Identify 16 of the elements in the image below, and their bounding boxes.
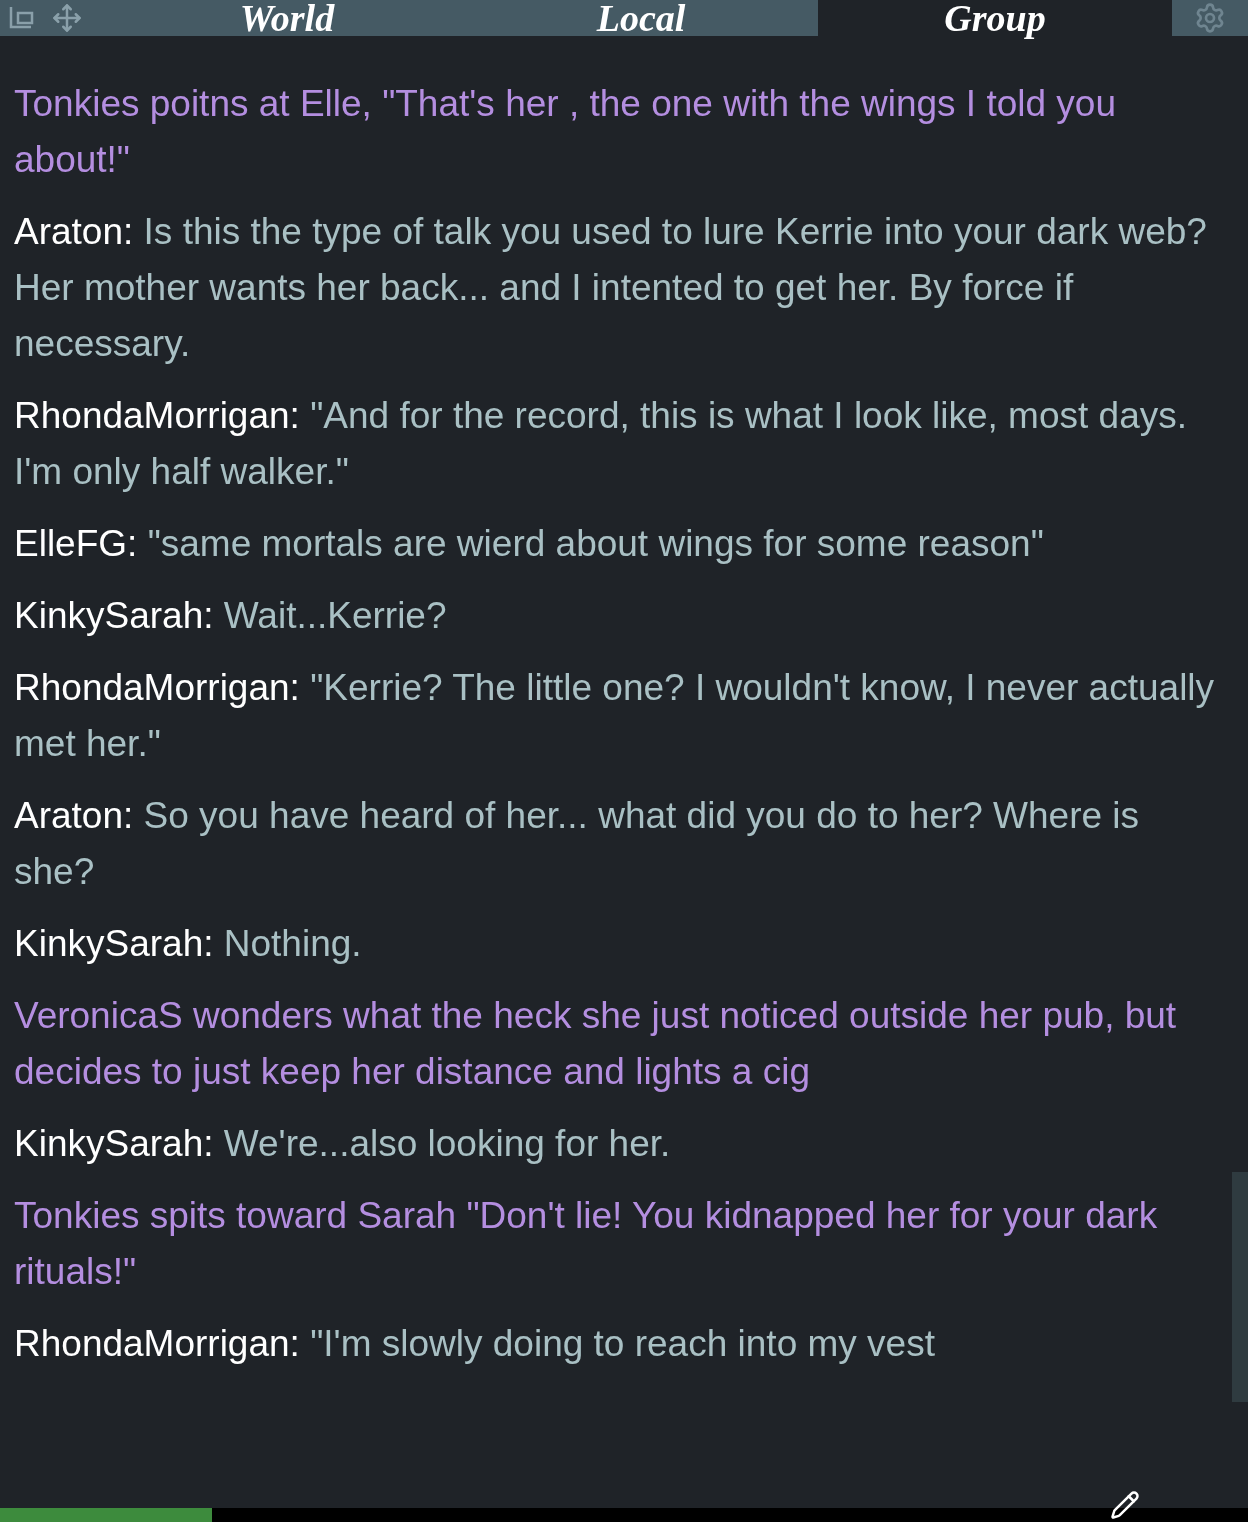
chat-message: Araton: So you have heard of her... what did you do to her? Where is she? [14,794,1141,894]
pencil-icon[interactable] [1110,1490,1140,1520]
chat-message: RhondaMorrigan: "And for the record, this is what I look like, most days. I'm only half walker." [14,394,1188,494]
chat-message: Araton: Is this the type of talk you used to lure Kerrie into your dark web? Her mother wants her back... and I intented to get her. By force if necessary. [14,210,1208,366]
chat-message: KinkySarah: We're...also looking for her. [14,1122,672,1166]
chat-message: ElleFG: "same mortals are wierd about wings for some reason" [14,522,1045,566]
chat-message: Tonkies poitns at Elle, "That's her , the one with the wings I told you about!" [14,82,1117,182]
chat-message: VeronicaS wonders what the heck she just noticed outside her pub, but decides to just keep her distance and lights a cig [14,994,1178,1094]
scrollbar-thumb[interactable] [1232,1172,1248,1402]
chat-message: KinkySarah: Nothing. [14,922,363,966]
move-icon[interactable] [52,3,82,33]
chat-message: RhondaMorrigan: "Kerrie? The little one? I wouldn't know, I never actually met her." [14,666,1216,766]
chat-message: RhondaMorrigan: "I'm slowly doing to reach into my vest [14,1322,936,1366]
chat-message: KinkySarah: Wait...Kerrie? [14,594,448,638]
chat-message: Tonkies spits toward Sarah "Don't lie! You kidnapped her for your dark rituals!" [14,1194,1159,1294]
settings-icon[interactable] [1194,2,1226,34]
